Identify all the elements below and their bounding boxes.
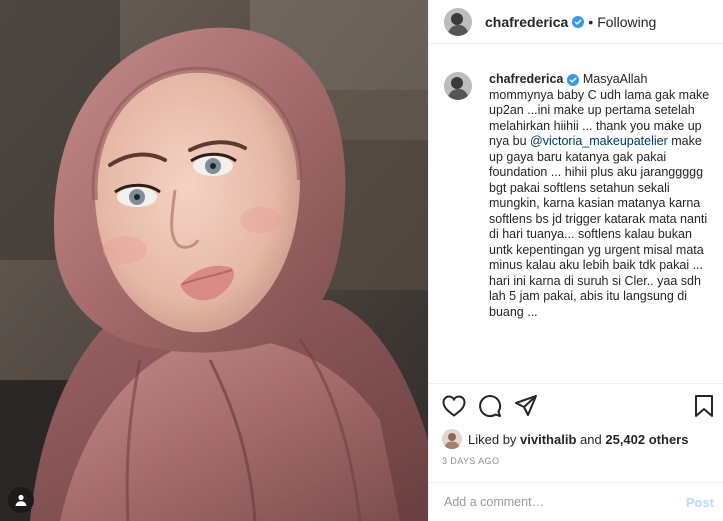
- following-button[interactable]: Following: [597, 14, 656, 30]
- post-photo[interactable]: [0, 0, 428, 521]
- likes-joiner: and: [580, 431, 602, 447]
- post-image: [0, 0, 428, 521]
- add-comment-bar: Post: [429, 482, 723, 521]
- post-side-panel: chafrederica • Following chafrederica Ma…: [428, 0, 723, 521]
- action-bar: [429, 383, 723, 423]
- liker-username[interactable]: vivithalib: [520, 432, 576, 447]
- comment-input[interactable]: [442, 494, 686, 510]
- likes-prefix: Liked by: [468, 431, 517, 447]
- avatar[interactable]: [444, 7, 472, 36]
- post-header: chafrederica • Following: [429, 0, 723, 44]
- bookmark-icon[interactable]: [691, 393, 717, 419]
- caption-username[interactable]: chafrederica: [489, 72, 563, 86]
- liker-avatar[interactable]: [442, 429, 462, 449]
- post-username[interactable]: chafrederica: [485, 14, 568, 30]
- likes-count-link[interactable]: 25,402 others: [605, 432, 688, 447]
- caption-text: chafrederica MasyaAllah mommynya baby C …: [489, 72, 714, 320]
- avatar[interactable]: [444, 72, 472, 100]
- post-timestamp[interactable]: 3 DAYS AGO: [442, 456, 499, 466]
- caption-mention-link[interactable]: @victoria_makeupatelier: [530, 134, 668, 148]
- header-separator: •: [588, 13, 594, 30]
- paper-plane-icon[interactable]: [513, 393, 539, 419]
- verified-badge-icon: [567, 73, 580, 86]
- comment-icon[interactable]: [477, 393, 503, 419]
- post-comment-button[interactable]: Post: [686, 495, 714, 510]
- user-tag-icon[interactable]: [8, 487, 34, 513]
- verified-badge-icon: [572, 15, 585, 28]
- likes-summary: Liked by vivithalib and 25,402 others: [442, 428, 712, 450]
- caption-comment: chafrederica MasyaAllah mommynya baby C …: [444, 72, 714, 320]
- heart-icon[interactable]: [441, 393, 467, 419]
- comments-area[interactable]: chafrederica MasyaAllah mommynya baby C …: [429, 60, 723, 382]
- caption-body-continued: make up gaya baru katanya gak pakai foun…: [489, 134, 708, 319]
